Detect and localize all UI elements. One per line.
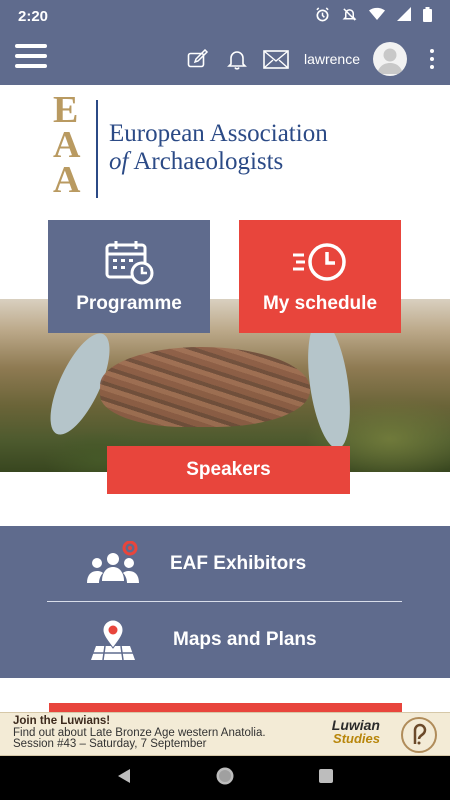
- banner-text: Join the Luwians! Find out about Late Br…: [13, 715, 266, 751]
- links-panel: EAF Exhibitors Maps and Plans: [0, 526, 450, 678]
- calendar-clock-icon: [104, 238, 154, 286]
- logo-line-1: European Association: [109, 120, 328, 147]
- mail-icon[interactable]: [263, 46, 289, 72]
- luwian-logo-icon: [401, 717, 437, 753]
- avatar[interactable]: [373, 42, 407, 76]
- banner-brand: Luwian Studies: [331, 717, 380, 746]
- banner-title: Join the Luwians!: [13, 715, 111, 727]
- alarm-icon: [315, 6, 330, 27]
- exhibitors-group-icon: [83, 539, 143, 589]
- signal-icon: [397, 7, 411, 26]
- map-pin-icon: [83, 615, 143, 665]
- next-button-partial[interactable]: [49, 703, 402, 712]
- logo-line-2: of Archaeologists: [109, 148, 284, 175]
- more-vert-icon[interactable]: [428, 49, 436, 69]
- eaf-exhibitors-item[interactable]: EAF Exhibitors: [0, 526, 450, 602]
- notifications-off-icon: [342, 7, 357, 27]
- home-icon[interactable]: [215, 766, 235, 791]
- battery-icon: [423, 6, 432, 27]
- main-content: E A A European Association of Archaeolog…: [0, 85, 450, 712]
- back-icon[interactable]: [116, 768, 132, 789]
- status-icons: [315, 6, 432, 27]
- app-header: lawrence: [0, 33, 450, 85]
- edit-icon[interactable]: [185, 46, 211, 72]
- my-schedule-label: My schedule: [262, 293, 378, 314]
- wifi-icon: [369, 7, 385, 26]
- recents-icon[interactable]: [318, 768, 334, 789]
- status-bar: 2:20: [0, 0, 450, 33]
- ad-banner[interactable]: Join the Luwians! Find out about Late Br…: [0, 712, 450, 756]
- eaf-exhibitors-label: EAF Exhibitors: [170, 553, 307, 574]
- speakers-button[interactable]: Speakers: [107, 446, 350, 494]
- system-navigation-bar: [0, 756, 450, 800]
- logo-monogram: E A A: [53, 89, 81, 201]
- maps-and-plans-label: Maps and Plans: [173, 629, 317, 650]
- username-label[interactable]: lawrence: [304, 51, 360, 67]
- clock-fast-icon: [291, 238, 349, 286]
- eaa-logo: E A A European Association of Archaeolog…: [53, 89, 423, 203]
- maps-and-plans-item[interactable]: Maps and Plans: [0, 602, 450, 678]
- programme-button[interactable]: Programme: [48, 220, 210, 333]
- logo-text: European Association of Archaeologists: [109, 120, 328, 176]
- speakers-label: Speakers: [186, 459, 271, 480]
- header-actions: lawrence: [185, 40, 436, 78]
- status-time: 2:20: [18, 8, 49, 25]
- menu-icon[interactable]: [15, 44, 47, 72]
- my-schedule-button[interactable]: My schedule: [239, 220, 401, 333]
- bell-icon[interactable]: [224, 46, 250, 72]
- banner-line-3: Session #43 – Saturday, 7 September: [13, 738, 207, 750]
- logo-divider: [96, 100, 98, 198]
- programme-label: Programme: [76, 293, 182, 314]
